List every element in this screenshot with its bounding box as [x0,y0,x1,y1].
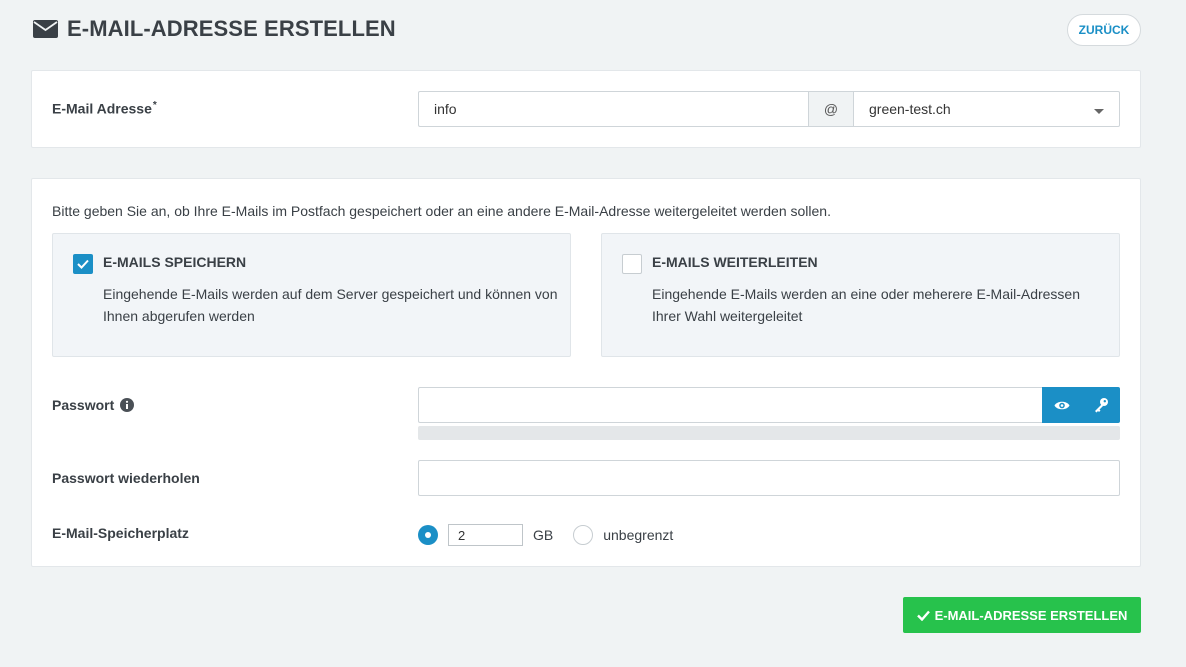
back-button[interactable]: ZURÜCK [1067,14,1141,46]
forward-emails-description: Eingehende E-Mails werden an eine oder m… [652,286,1081,324]
generate-password-button[interactable] [1081,387,1120,423]
key-icon [1094,398,1108,413]
option-store-emails[interactable]: E-MAILS SPEICHERN Eingehende E-Mails wer… [52,233,571,357]
envelope-icon [33,20,58,38]
show-password-button[interactable] [1042,387,1081,423]
eye-icon [1054,401,1069,409]
storage-options: GB unbegrenzt [418,524,673,546]
page-header: E-MAIL-ADRESSE ERSTELLEN [33,16,396,42]
storage-label: E-Mail-Speicherplatz [52,525,189,541]
at-sign-addon: @ [808,91,854,127]
create-email-address-button[interactable]: E-MAIL-ADRESSE ERSTELLEN [903,597,1141,633]
storage-size-input[interactable] [448,524,523,546]
password-label-text: Passwort [52,397,115,413]
email-local-part-input[interactable] [418,91,808,127]
password-label: Passwort [52,397,135,413]
store-emails-title: E-MAILS SPEICHERN [103,254,247,270]
storage-unlimited-label: unbegrenzt [603,527,674,543]
create-email-address-label: E-MAIL-ADRESSE ERSTELLEN [934,607,1128,623]
mailbox-settings-panel: Bitte geben Sie an, ob Ihre E-Mails im P… [31,178,1141,567]
domain-select-value: green-test.ch [869,101,951,117]
password-input[interactable] [418,387,1042,423]
chevron-down-icon [1094,108,1104,114]
password-strength-bar [418,426,1120,440]
option-forward-emails[interactable]: E-MAILS WEITERLEITEN Eingehende E-Mails … [601,233,1120,357]
radio-dot [425,532,431,538]
check-icon [77,259,89,269]
info-circle-icon[interactable] [120,398,135,412]
domain-select[interactable]: green-test.ch [854,91,1120,127]
store-emails-checkbox[interactable] [73,254,93,274]
password-input-group [418,387,1120,423]
email-input-group: @ green-test.ch [418,91,1120,127]
check-icon [916,610,930,621]
required-mark: * [152,100,157,111]
delivery-intro-text: Bitte geben Sie an, ob Ihre E-Mails im P… [52,203,831,219]
forward-emails-title: E-MAILS WEITERLEITEN [652,254,818,270]
forward-emails-checkbox[interactable] [622,254,642,274]
password-repeat-label: Passwort wiederholen [52,470,200,486]
page-title: E-MAIL-ADRESSE ERSTELLEN [67,16,396,41]
storage-unlimited-radio[interactable] [573,525,594,545]
storage-unit: GB [533,527,554,543]
email-panel: E-Mail Adresse* @ green-test.ch [31,70,1141,148]
password-repeat-input[interactable] [418,460,1120,496]
store-emails-description: Eingehende E-Mails werden auf dem Server… [103,286,558,324]
storage-size-radio[interactable] [418,525,438,545]
email-address-label: E-Mail Adresse* [52,100,157,117]
email-address-label-text: E-Mail Adresse [52,100,152,117]
